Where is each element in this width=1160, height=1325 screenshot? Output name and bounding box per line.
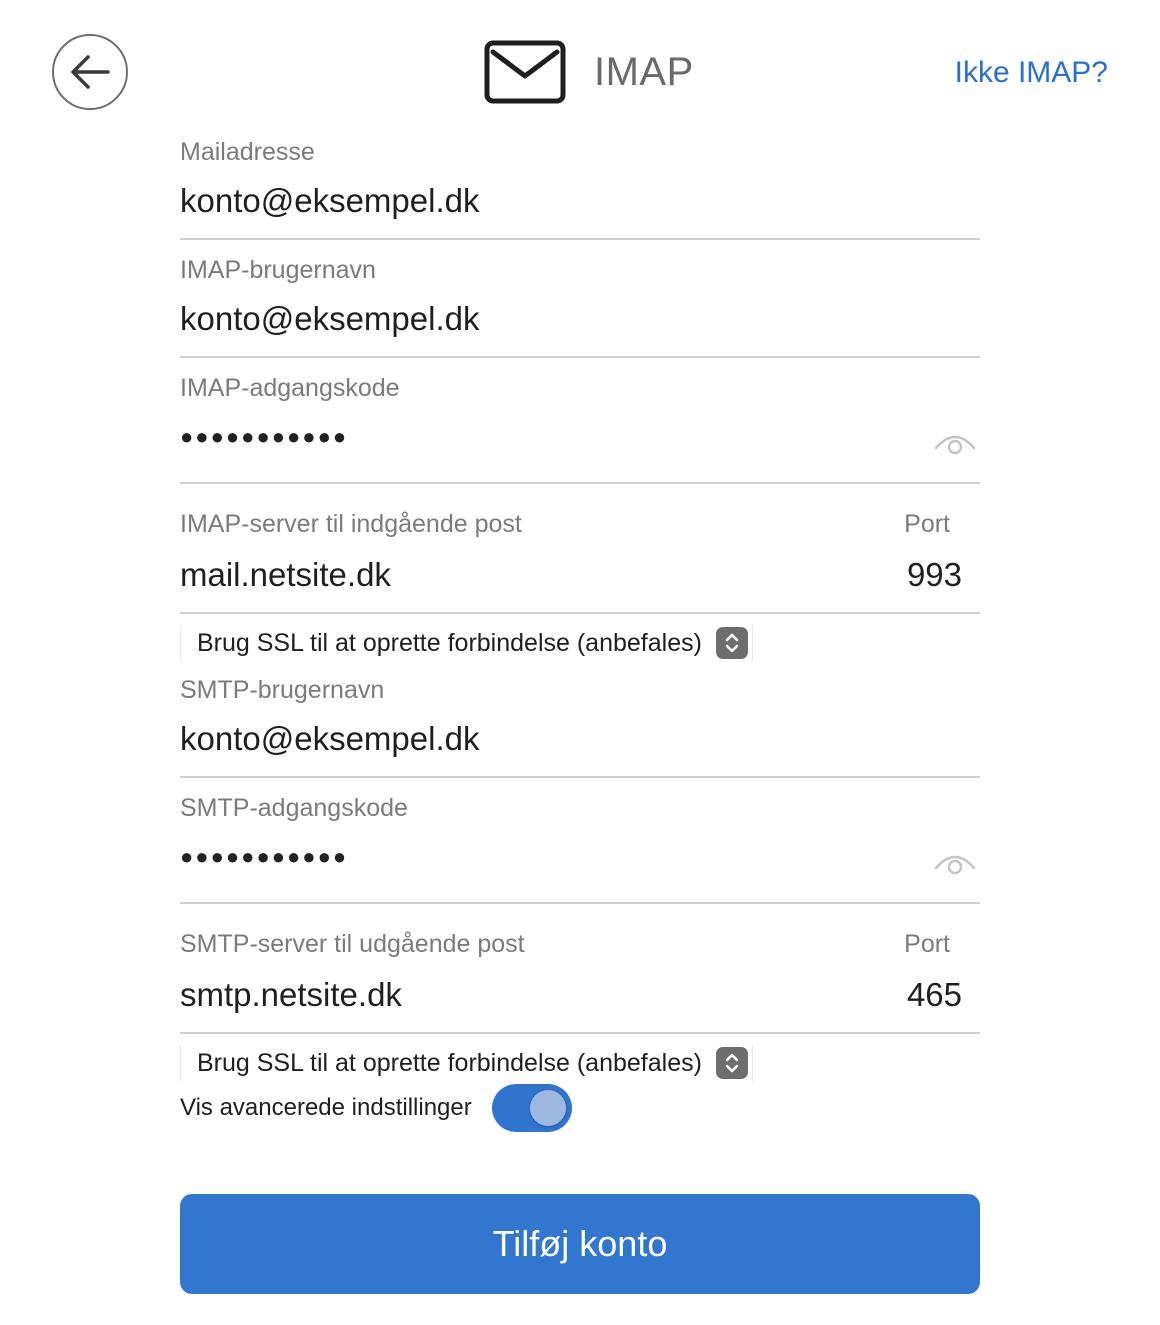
envelope-icon [484, 40, 566, 104]
smtp-server-label: SMTP-server til udgående post [180, 930, 525, 958]
smtp-port-label: Port [904, 930, 950, 958]
add-account-button[interactable]: Tilføj konto [180, 1194, 980, 1294]
imap-port-label: Port [904, 510, 950, 538]
email-field[interactable]: Mailadresse konto@eksempel.dk [180, 138, 980, 240]
page-title: IMAP [594, 50, 694, 94]
imap-password-label: IMAP-adgangskode [180, 374, 400, 402]
back-button[interactable] [52, 34, 128, 110]
smtp-ssl-value: Brug SSL til at oprette forbindelse (anb… [197, 1048, 702, 1077]
eye-icon[interactable] [934, 428, 976, 456]
smtp-password-input[interactable]: ●●●●●●●●●●● [180, 844, 860, 870]
smtp-server-input[interactable]: smtp.netsite.dk [180, 976, 740, 1014]
imap-server-label: IMAP-server til indgående post [180, 510, 522, 538]
email-label: Mailadresse [180, 138, 315, 166]
smtp-password-field[interactable]: SMTP-adgangskode ●●●●●●●●●●● [180, 794, 980, 904]
chevron-up-down-icon [715, 1047, 748, 1079]
arrow-left-icon [71, 55, 110, 89]
smtp-username-field[interactable]: SMTP-brugernavn konto@eksempel.dk [180, 676, 980, 778]
imap-ssl-select[interactable]: Brug SSL til at oprette forbindelse (anb… [180, 625, 753, 661]
smtp-password-label: SMTP-adgangskode [180, 794, 408, 822]
imap-password-field[interactable]: IMAP-adgangskode ●●●●●●●●●●● [180, 374, 980, 484]
smtp-username-input[interactable]: konto@eksempel.dk [180, 720, 860, 758]
advanced-settings-row: Vis avancerede indstillinger [180, 1084, 572, 1132]
not-imap-link[interactable]: Ikke IMAP? [955, 56, 1108, 90]
imap-port-input[interactable]: 993 [907, 556, 962, 594]
imap-ssl-value: Brug SSL til at oprette forbindelse (anb… [197, 628, 702, 657]
imap-server-input[interactable]: mail.netsite.dk [180, 556, 740, 594]
toggle-knob [529, 1090, 566, 1126]
imap-username-input[interactable]: konto@eksempel.dk [180, 300, 860, 338]
imap-username-label: IMAP-brugernavn [180, 256, 376, 284]
chevron-up-down-icon [715, 627, 748, 659]
smtp-ssl-select[interactable]: Brug SSL til at oprette forbindelse (anb… [180, 1045, 753, 1081]
eye-icon[interactable] [934, 848, 976, 876]
imap-password-input[interactable]: ●●●●●●●●●●● [180, 424, 860, 450]
smtp-username-label: SMTP-brugernavn [180, 676, 385, 704]
smtp-port-input[interactable]: 465 [907, 976, 962, 1014]
smtp-server-field[interactable]: SMTP-server til udgående post Port smtp.… [180, 930, 980, 1034]
imap-server-field[interactable]: IMAP-server til indgående post Port mail… [180, 510, 980, 614]
advanced-settings-toggle[interactable] [491, 1084, 572, 1132]
imap-username-field[interactable]: IMAP-brugernavn konto@eksempel.dk [180, 256, 980, 358]
advanced-settings-label: Vis avancerede indstillinger [180, 1094, 472, 1121]
email-input[interactable]: konto@eksempel.dk [180, 182, 860, 220]
